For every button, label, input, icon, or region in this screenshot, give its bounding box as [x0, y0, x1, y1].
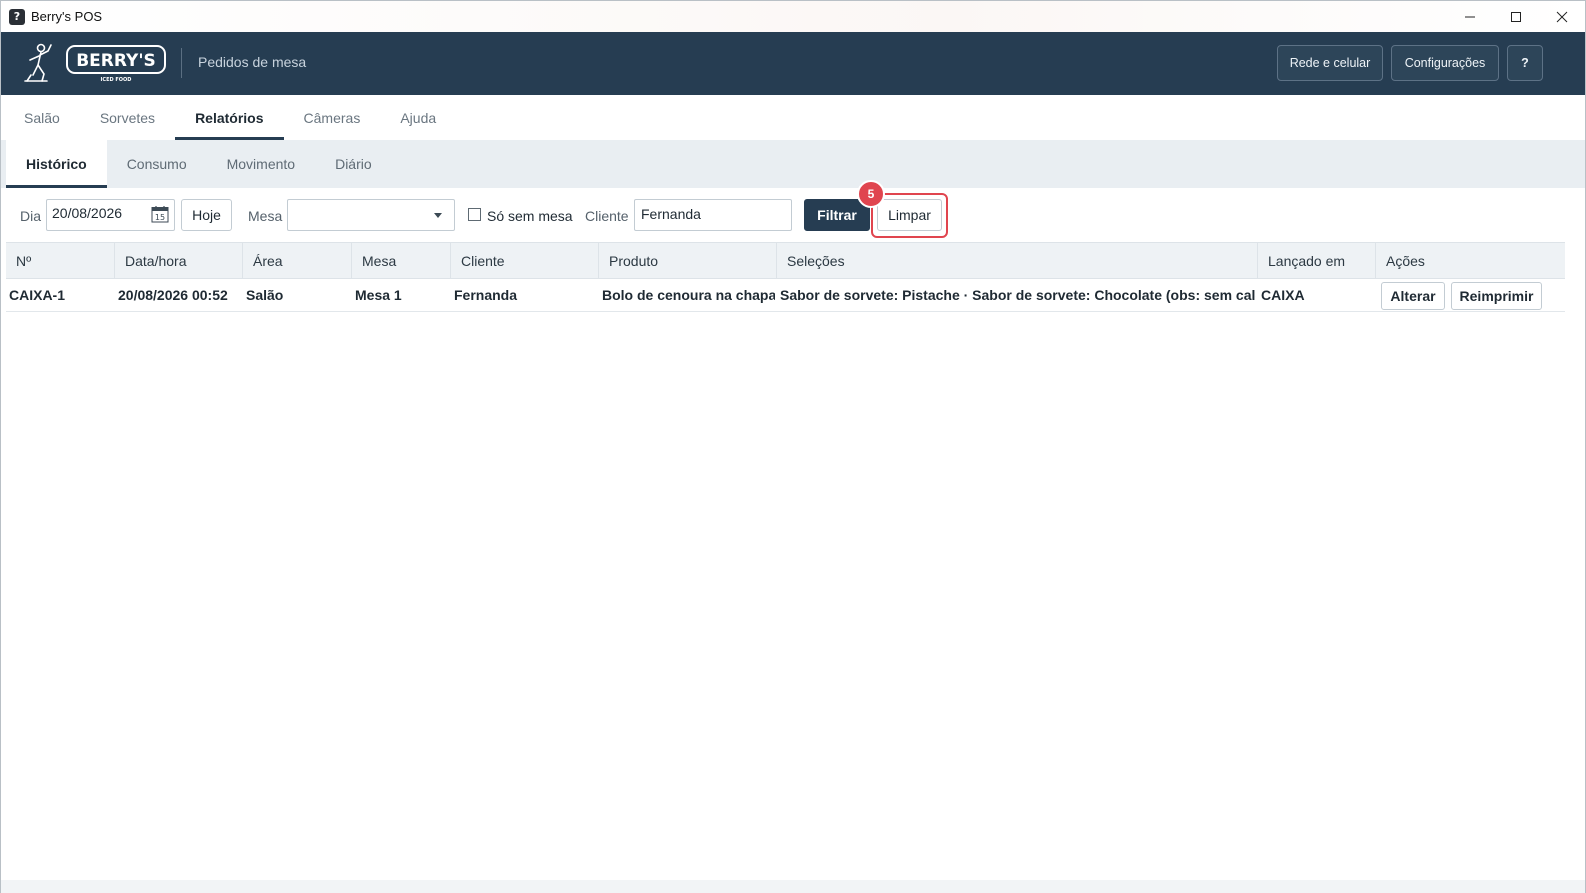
col-acoes[interactable]: Ações: [1376, 243, 1565, 279]
col-lancado-em[interactable]: Lançado em: [1258, 243, 1376, 279]
col-selecoes[interactable]: Seleções: [777, 243, 1258, 279]
step-badge: 5: [857, 180, 885, 208]
tab-cameras[interactable]: Câmeras: [284, 95, 381, 140]
tab-ajuda[interactable]: Ajuda: [380, 95, 456, 140]
cell-produto: Bolo de cenoura na chapa, I: [602, 287, 775, 303]
history-table: Nº Data/hora Área Mesa Cliente Produto S…: [6, 242, 1565, 312]
logo-tagline: ICED FOOD: [101, 77, 132, 83]
day-label: Dia: [20, 208, 42, 224]
window-title: Berry's POS: [31, 9, 103, 24]
reprint-button[interactable]: Reimprimir: [1451, 282, 1542, 310]
window-controls: [1447, 1, 1585, 32]
tab-consumo[interactable]: Consumo: [107, 140, 207, 188]
maximize-icon[interactable]: [1493, 1, 1539, 32]
settings-button[interactable]: Configurações: [1391, 45, 1499, 81]
close-icon[interactable]: [1539, 1, 1585, 32]
cell-lancado-em: CAIXA: [1261, 287, 1305, 303]
window-bottom-edge: [1, 880, 1585, 893]
table-label: Mesa: [248, 208, 283, 224]
calendar-day: 15: [155, 213, 165, 222]
date-field[interactable]: 20/08/2026 15: [46, 199, 175, 231]
minimize-icon[interactable]: [1447, 1, 1493, 32]
chevron-down-icon: [434, 213, 442, 218]
table-row[interactable]: CAIXA-1 20/08/2026 00:52 Salão Mesa 1 Fe…: [6, 279, 1565, 312]
tab-historico[interactable]: Histórico: [6, 140, 107, 188]
col-area[interactable]: Área: [243, 243, 352, 279]
no-table-label[interactable]: Só sem mesa: [487, 208, 573, 224]
cell-numero: CAIXA-1: [9, 287, 66, 303]
cell-area: Salão: [246, 287, 284, 303]
tab-relatorios[interactable]: Relatórios: [175, 95, 285, 140]
header-divider: [181, 48, 182, 78]
col-numero[interactable]: Nº: [6, 243, 115, 279]
client-input-value: Fernanda: [641, 206, 701, 222]
tab-salao[interactable]: Salão: [4, 95, 80, 140]
col-mesa[interactable]: Mesa: [352, 243, 451, 279]
table-header: Nº Data/hora Área Mesa Cliente Produto S…: [6, 242, 1565, 279]
berrys-logo: BERRY'S ICED FOOD: [24, 43, 166, 83]
table-empty-area: [1, 313, 1585, 880]
cell-cliente: Fernanda: [454, 287, 518, 303]
app-icon: ?: [9, 8, 25, 25]
client-label: Cliente: [585, 208, 629, 224]
col-produto[interactable]: Produto: [599, 243, 777, 279]
client-input[interactable]: Fernanda: [634, 199, 792, 231]
alter-button[interactable]: Alterar: [1381, 282, 1445, 310]
cell-selecoes: Sabor de sorvete: Pistache · Sabor de so…: [780, 287, 1256, 303]
logo-text: BERRY'S: [76, 51, 156, 71]
report-tabs: Histórico Consumo Movimento Diário: [1, 140, 1585, 188]
title-bar: ? Berry's POS: [1, 1, 1585, 32]
header-subtitle: Pedidos de mesa: [198, 54, 307, 70]
cell-mesa: Mesa 1: [355, 287, 402, 303]
no-table-checkbox[interactable]: [468, 208, 481, 221]
tab-movimento[interactable]: Movimento: [207, 140, 315, 188]
app-header: BERRY'S ICED FOOD Pedidos de mesa Rede e…: [1, 32, 1585, 95]
clear-button[interactable]: Limpar: [877, 199, 942, 231]
today-button[interactable]: Hoje: [181, 199, 232, 231]
table-select[interactable]: [287, 199, 455, 231]
col-cliente[interactable]: Cliente: [451, 243, 599, 279]
tab-sorvetes[interactable]: Sorvetes: [80, 95, 175, 140]
tab-diario[interactable]: Diário: [315, 140, 392, 188]
cell-data-hora: 20/08/2026 00:52: [118, 287, 228, 303]
col-data-hora[interactable]: Data/hora: [115, 243, 243, 279]
network-button[interactable]: Rede e celular: [1277, 45, 1383, 81]
main-tabs: Salão Sorvetes Relatórios Câmeras Ajuda: [1, 95, 1585, 140]
help-button[interactable]: ?: [1507, 45, 1543, 81]
filter-bar: Dia 20/08/2026 15 Hoje Mesa Só sem mesa …: [1, 180, 1585, 241]
date-value: 20/08/2026: [52, 205, 123, 221]
app-window: ? Berry's POS BERRY'S ICED FOOD Pedidos …: [0, 0, 1586, 893]
calendar-icon[interactable]: 15: [151, 205, 169, 223]
